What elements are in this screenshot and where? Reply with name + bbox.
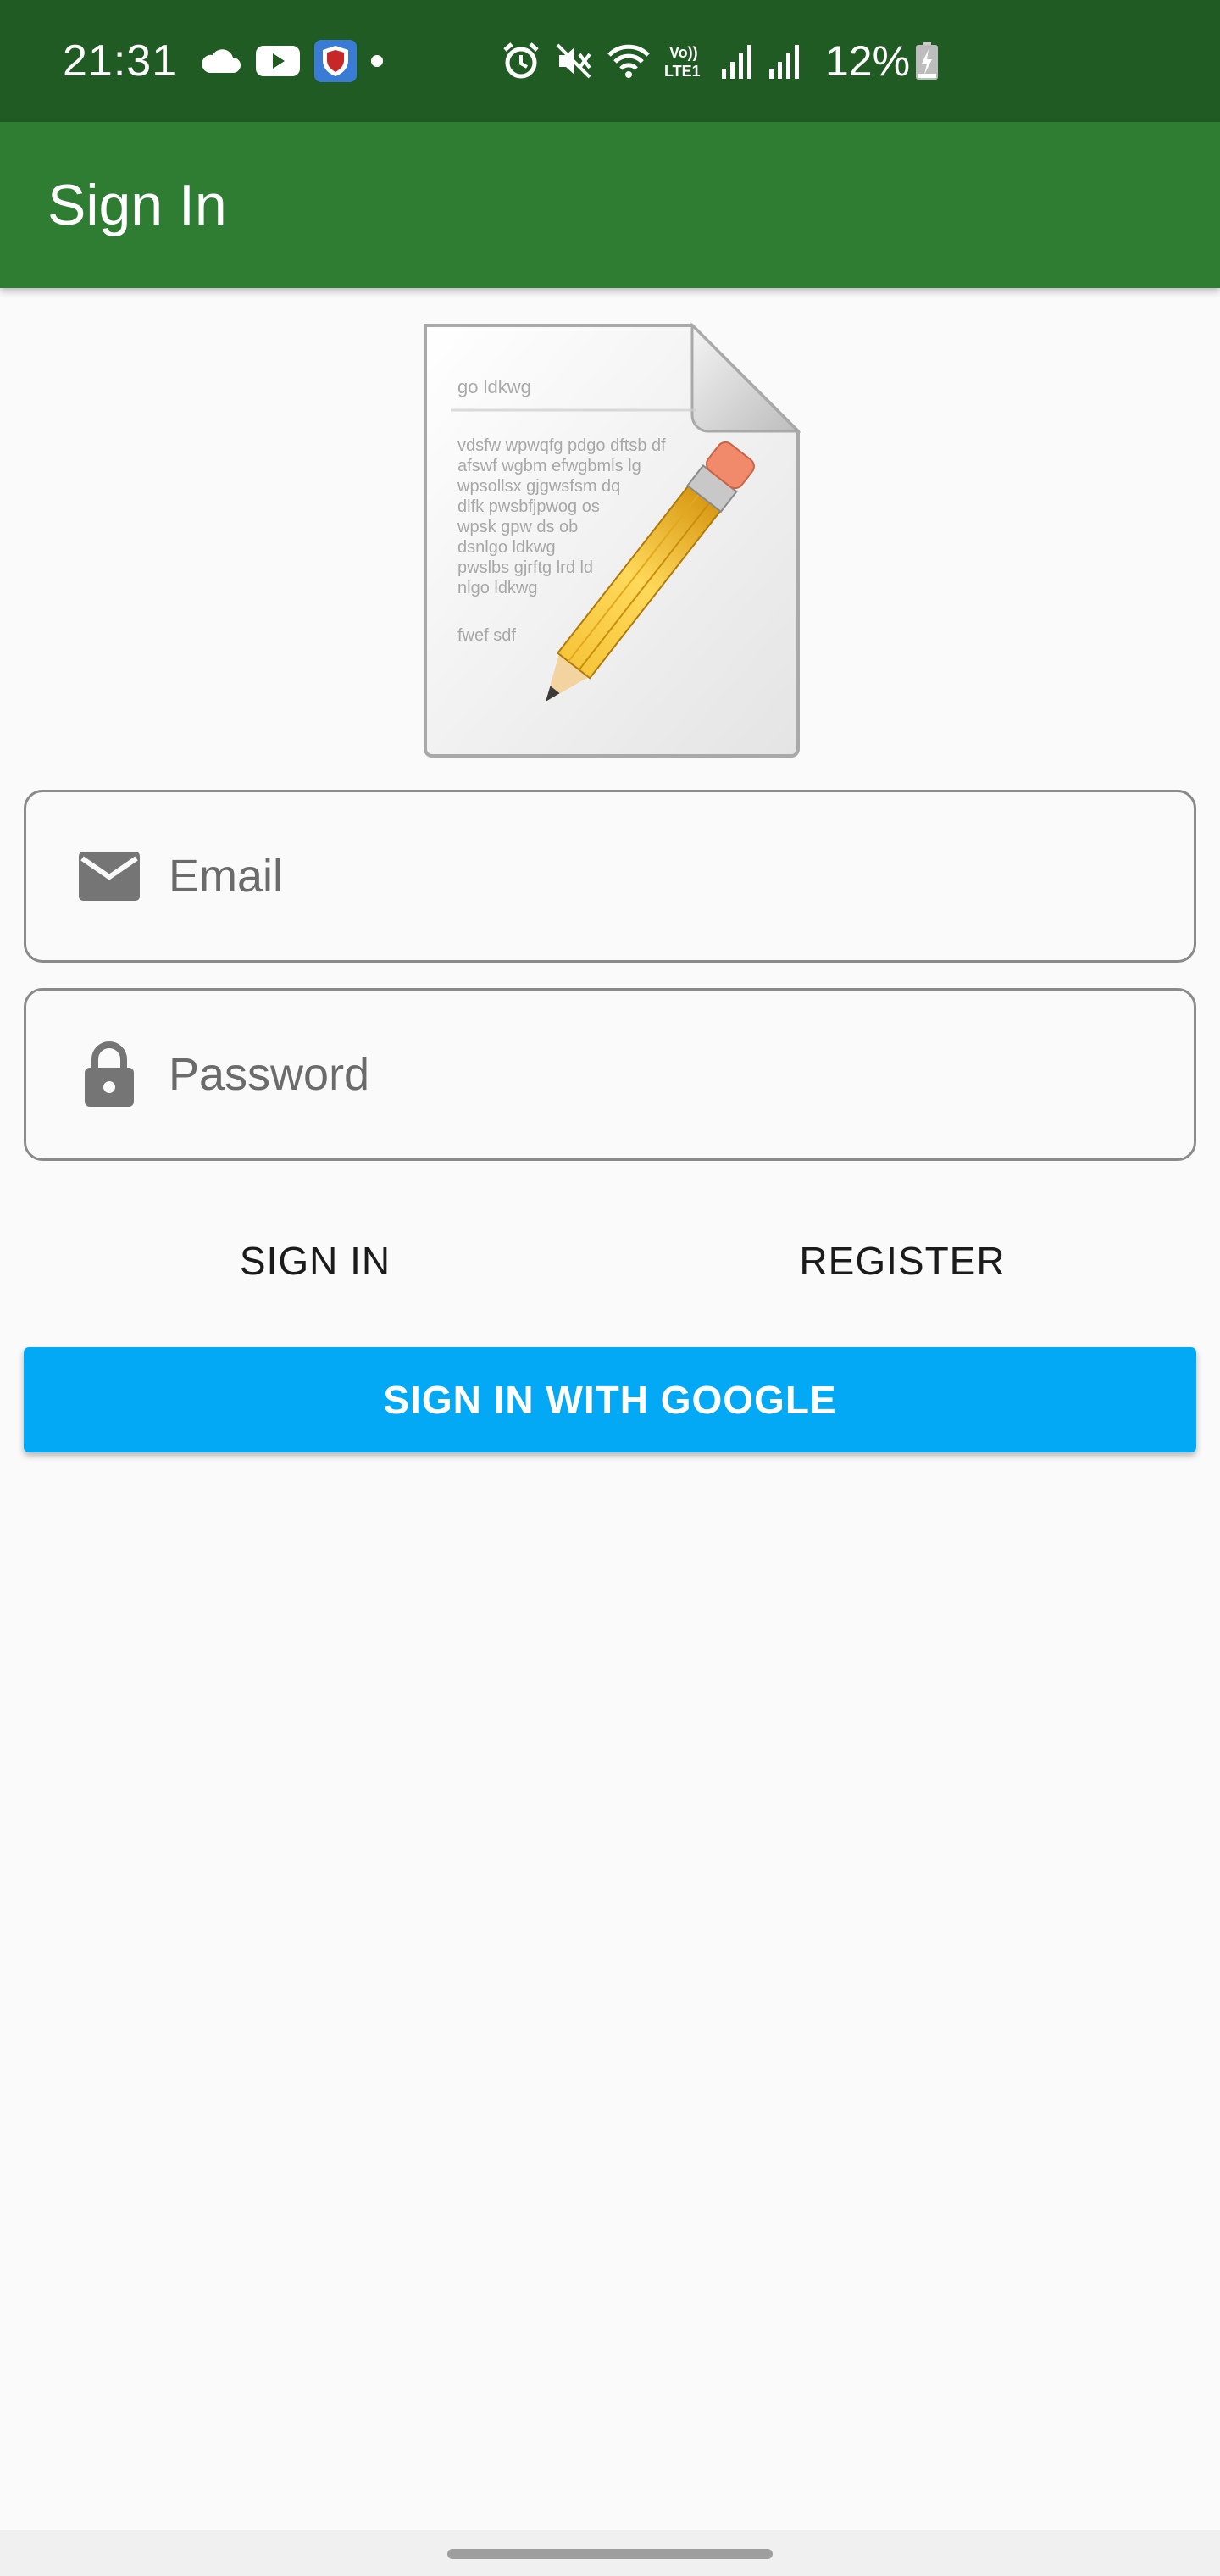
sign-in-with-google-button[interactable]: SIGN IN WITH GOOGLE bbox=[24, 1347, 1196, 1452]
document-pencil-icon: go ldkwg vdsfw wpwqfg pdgo dftsb df afsw… bbox=[417, 315, 807, 764]
battery-charging-icon bbox=[915, 42, 939, 80]
signal-icon bbox=[720, 43, 754, 79]
doc-title: go ldkwg bbox=[458, 376, 531, 397]
battery-percent: 12% bbox=[825, 37, 911, 85]
register-button[interactable]: REGISTER bbox=[762, 1219, 1042, 1303]
alarm-icon bbox=[502, 42, 541, 80]
page-title: Sign In bbox=[47, 173, 227, 237]
sign-in-button[interactable]: SIGN IN bbox=[169, 1219, 461, 1303]
wifi-icon bbox=[607, 43, 651, 79]
doc-line: afswf wgbm efwgbmls lg bbox=[458, 457, 641, 475]
email-input[interactable] bbox=[169, 792, 1194, 960]
svg-text:Vo)): Vo)) bbox=[669, 44, 698, 61]
signal-icon-2 bbox=[768, 43, 801, 79]
doc-line: pwslbs gjrftg lrd ld bbox=[458, 558, 593, 577]
youtube-icon bbox=[255, 44, 301, 78]
doc-footer: fwef sdf bbox=[458, 626, 516, 645]
app-bar: Sign In bbox=[0, 122, 1220, 288]
status-bar-right: Vo)) LTE1 12% bbox=[502, 0, 952, 122]
password-input[interactable] bbox=[169, 991, 1194, 1158]
email-field[interactable] bbox=[24, 790, 1196, 963]
doc-line: nlgo ldkwg bbox=[458, 579, 538, 597]
navigation-bar bbox=[0, 2530, 1220, 2576]
dot-icon bbox=[370, 54, 384, 68]
shield-app-icon bbox=[314, 40, 358, 82]
home-gesture-handle[interactable] bbox=[447, 2549, 773, 2559]
email-icon bbox=[69, 836, 150, 917]
doc-line: dsnlgo ldkwg bbox=[458, 538, 556, 557]
mute-icon bbox=[554, 42, 593, 80]
status-bar: 21:31 Vo)) LTE1 12% bbox=[0, 0, 1220, 122]
cloud-icon bbox=[199, 47, 241, 75]
doc-line: wpsollsx gjgwsfsm dq bbox=[457, 477, 620, 496]
status-bar-left: 21:31 bbox=[63, 36, 397, 86]
lock-icon bbox=[69, 1034, 150, 1115]
svg-text:LTE1: LTE1 bbox=[664, 63, 701, 80]
password-field[interactable] bbox=[24, 988, 1196, 1161]
volte-icon: Vo)) LTE1 bbox=[664, 42, 707, 80]
status-time: 21:31 bbox=[63, 36, 178, 86]
doc-line: vdsfw wpwqfg pdgo dftsb df bbox=[458, 436, 666, 455]
doc-line: wpsk gpw ds ob bbox=[457, 518, 578, 536]
doc-line: dlfk pwsbfjpwog os bbox=[458, 497, 600, 516]
